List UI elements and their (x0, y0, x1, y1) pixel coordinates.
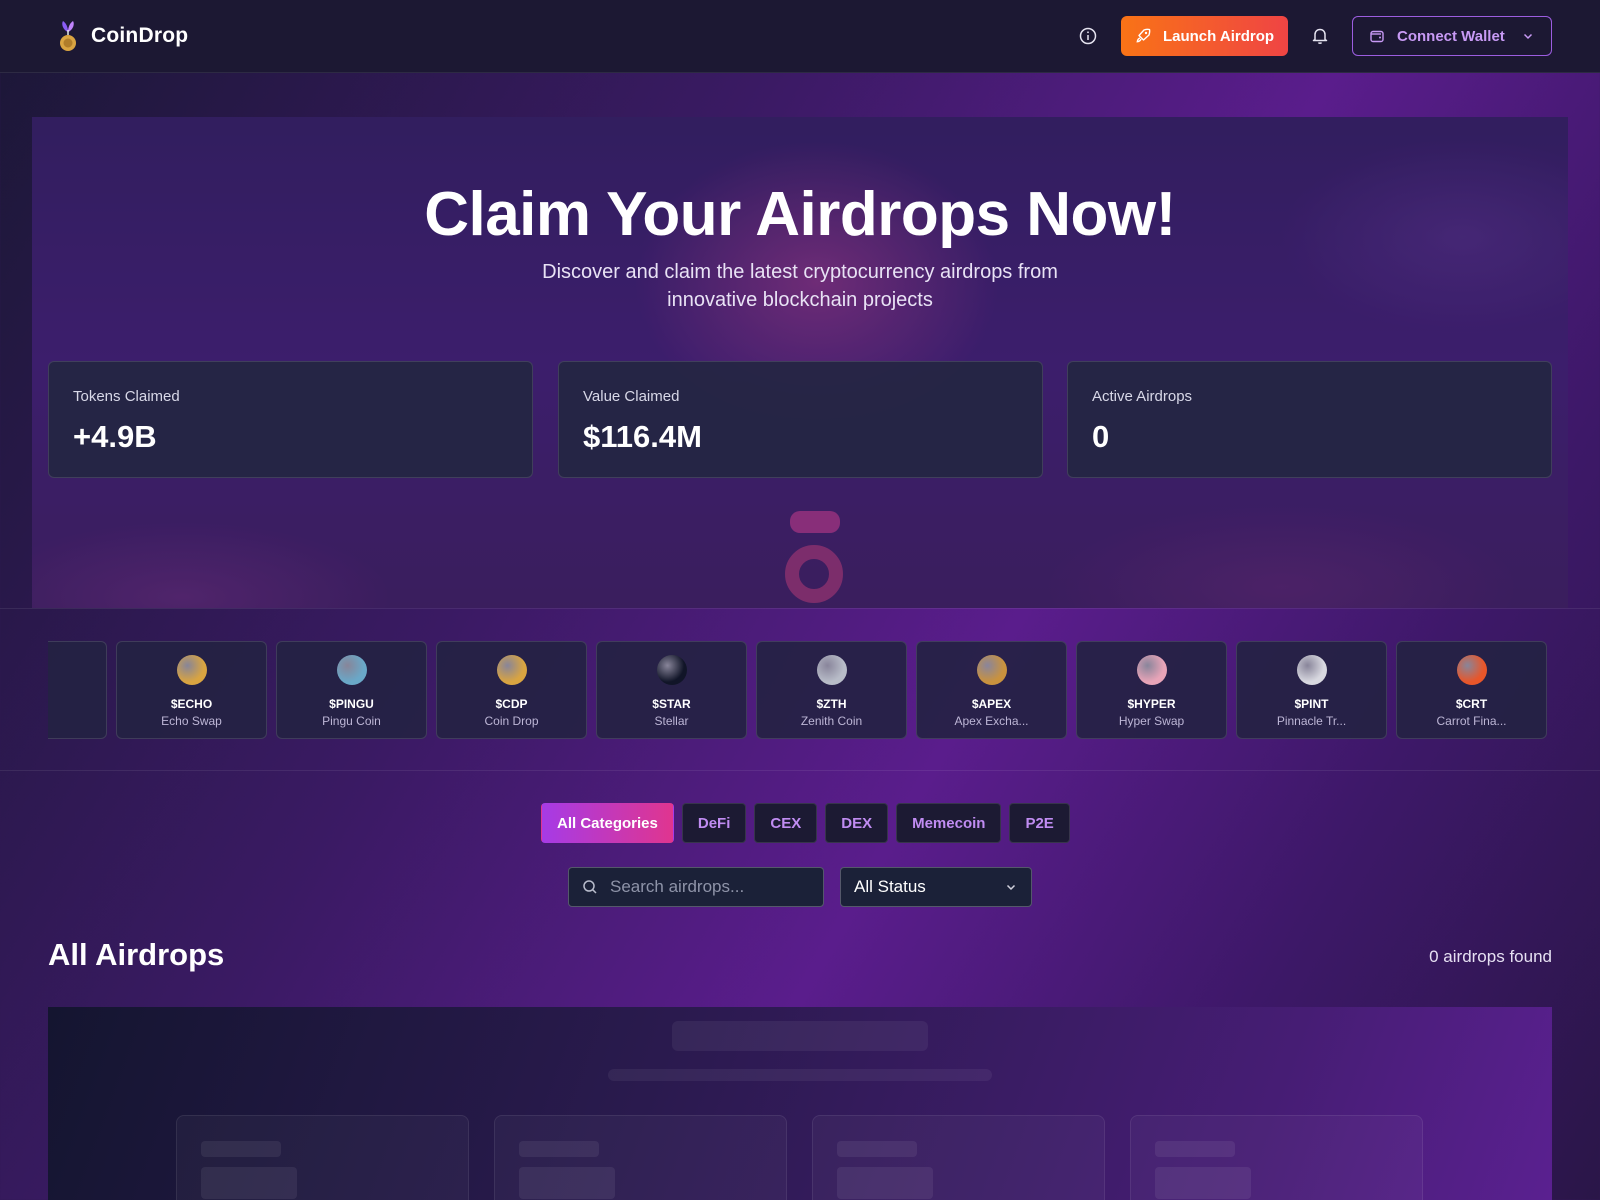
stat-label: Value Claimed (583, 388, 680, 405)
section-title: All Airdrops (48, 937, 225, 972)
category-dex[interactable]: DEX (825, 803, 889, 843)
token-name: Stellar (654, 714, 689, 728)
skeleton-subtitle (608, 1069, 992, 1081)
stat-card-value-claimed: Value Claimed $116.4M (558, 361, 1043, 478)
token-symbol: $PINGU (329, 697, 374, 711)
search-icon (583, 880, 597, 894)
pinnacle-icon (1296, 655, 1327, 685)
stellar-icon (656, 655, 687, 685)
search-input[interactable]: Search airdrops... (568, 867, 824, 907)
balloon-basket (790, 511, 840, 533)
skeleton-card (494, 1115, 787, 1200)
token-card[interactable]: QTMantum (48, 641, 107, 739)
token-symbol: $ZTH (816, 697, 847, 711)
category-memecoin[interactable]: Memecoin (896, 803, 1002, 843)
token-ticker-row: QTMantum $ECHO Echo Swap $PINGU Pingu Coin $C… (48, 641, 1547, 739)
stat-card-tokens-claimed: Tokens Claimed +4.9B (48, 361, 533, 478)
skeleton-card (176, 1115, 469, 1200)
skeleton-card (812, 1115, 1105, 1200)
skeleton-title (672, 1021, 928, 1051)
token-ticker: QTMantum $ECHO Echo Swap $PINGU Pingu Coin $C… (0, 608, 1600, 771)
status-select[interactable]: All Status (840, 867, 1032, 907)
token-name: Pinnacle Tr... (1276, 714, 1347, 728)
echo-coin-icon (176, 655, 207, 685)
top-nav: CoinDrop Launch Airdrop Connect Wallet (0, 0, 1600, 73)
token-card[interactable]: $PINGU Pingu Coin (276, 641, 427, 739)
stat-label: Active Airdrops (1092, 388, 1193, 405)
token-name: Carrot Fina... (1436, 714, 1507, 728)
token-card[interactable]: $PINT Pinnacle Tr... (1236, 641, 1387, 739)
hyper-icon (1136, 655, 1167, 685)
token-card[interactable]: $HYPER Hyper Swap (1076, 641, 1227, 739)
balloon-ring (785, 545, 843, 603)
stat-value: $116.4M (583, 419, 702, 454)
status-select-value: All Status (854, 877, 926, 896)
coindrop-logo-icon (60, 21, 76, 51)
app-name: CoinDrop (91, 24, 189, 47)
apex-icon (976, 655, 1007, 685)
token-card[interactable]: $CRT Carrot Fina... (1396, 641, 1547, 739)
category-filter: All Categories DeFi CEX DEX Memecoin P2E (541, 803, 1070, 843)
token-symbol: $CRT (1455, 697, 1488, 711)
hero-banner: Claim Your Airdrops Now! Discover and cl… (32, 117, 1568, 608)
stat-value: 0 (1092, 419, 1110, 454)
chevron-down-icon (1523, 33, 1533, 40)
token-card[interactable]: $APEX Apex Excha... (916, 641, 1067, 739)
token-card[interactable]: $ZTH Zenith Coin (756, 641, 907, 739)
skeleton-card (1130, 1115, 1423, 1200)
connect-wallet-label: Connect Wallet (1397, 27, 1505, 45)
token-symbol: $CDP (495, 697, 528, 711)
token-name: Coin Drop (484, 714, 539, 728)
token-symbol: $HYPER (1127, 697, 1176, 711)
coindrop-icon (496, 655, 527, 685)
stat-value: +4.9B (73, 419, 157, 454)
token-name: Echo Swap (161, 714, 222, 728)
token-name: Zenith Coin (800, 714, 863, 728)
chevron-down-icon (1006, 884, 1016, 891)
penguin-icon (336, 655, 367, 685)
category-defi[interactable]: DeFi (681, 803, 747, 843)
token-name: Hyper Swap (1118, 714, 1185, 728)
launch-airdrop-label: Launch Airdrop (1162, 27, 1275, 45)
rocket-icon (1136, 28, 1151, 43)
token-card[interactable]: $CDP Coin Drop (436, 641, 587, 739)
bell-icon[interactable] (1310, 26, 1330, 46)
launch-airdrop-button[interactable]: Launch Airdrop (1121, 16, 1288, 56)
token-symbol: $STAR (652, 697, 691, 711)
carrot-icon (1456, 655, 1487, 685)
token-card[interactable]: $ECHO Echo Swap (116, 641, 267, 739)
token-ticker-viewport: QTMantum $ECHO Echo Swap $PINGU Pingu Coin $C… (48, 641, 1552, 739)
token-symbol: $ECHO (170, 697, 213, 711)
category-cex[interactable]: CEX (754, 803, 818, 843)
results-count: 0 airdrops found (1429, 947, 1552, 966)
category-p2e[interactable]: P2E (1009, 803, 1070, 843)
stat-card-active-airdrops: Active Airdrops 0 (1067, 361, 1552, 478)
token-name: Apex Excha... (954, 714, 1029, 728)
airdrops-loading-panel (48, 1007, 1552, 1200)
token-name: Pingu Coin (322, 714, 381, 728)
stat-label: Tokens Claimed (73, 388, 180, 405)
logo[interactable]: CoinDrop (55, 20, 188, 52)
token-symbol: $APEX (971, 697, 1012, 711)
hero-subtitle: Discover and claim the latest cryptocurr… (542, 261, 1058, 311)
hero-title: Claim Your Airdrops Now! (424, 180, 1176, 249)
token-card[interactable]: $STAR Stellar (596, 641, 747, 739)
wallet-icon (1370, 30, 1384, 43)
zenith-icon (816, 655, 847, 685)
category-all[interactable]: All Categories (541, 803, 674, 843)
connect-wallet-button[interactable]: Connect Wallet (1352, 16, 1552, 56)
info-icon[interactable] (1078, 26, 1098, 46)
search-placeholder: Search airdrops... (610, 877, 745, 896)
token-symbol: $PINT (1294, 697, 1329, 711)
